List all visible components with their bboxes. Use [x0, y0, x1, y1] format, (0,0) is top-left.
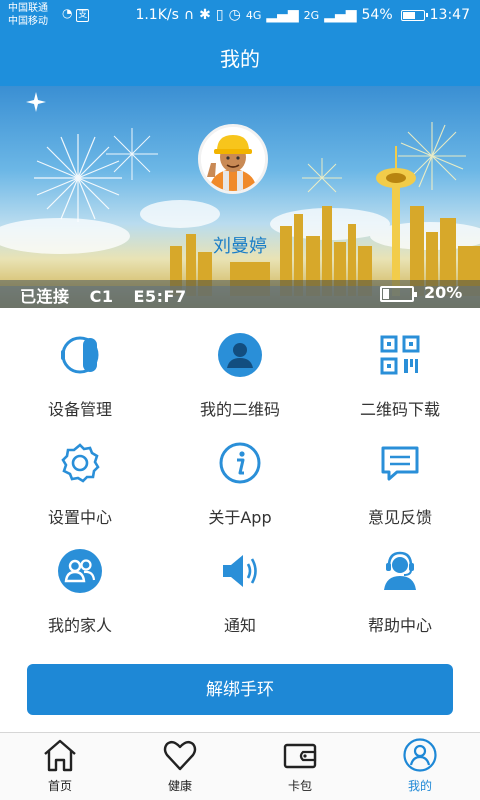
menu-item-label: 我的家人 [47, 616, 112, 635]
alipay-notification-icon: 支 [76, 9, 90, 22]
clock: 13:47 [429, 7, 470, 23]
qrcode-icon [380, 335, 420, 375]
menu-item-family[interactable]: 我的家人 [0, 538, 160, 646]
unbind-band-button[interactable]: 解绑手环 [27, 664, 453, 715]
device-model: C1 [89, 287, 114, 306]
tab-label: 卡包 [287, 779, 312, 793]
signal-icon-1: ▂▄▆ [266, 7, 299, 23]
person-icon [218, 333, 262, 377]
page-title: 我的 [0, 32, 480, 86]
band-battery-icon [380, 286, 417, 302]
tab-health[interactable]: 健康 [120, 733, 240, 800]
message-icon [381, 446, 419, 481]
user-name: 刘曼婷 [213, 236, 267, 257]
firework-left [34, 128, 158, 222]
tab-mine[interactable]: 我的 [360, 733, 480, 800]
network-4g: 4G [245, 8, 262, 22]
bottom-tab-bar: 首页 健康 卡包 我的 [0, 732, 480, 800]
menu-item-label: 二维码下载 [359, 400, 440, 419]
home-icon [44, 739, 76, 772]
menu-item-settings[interactable]: 设置中心 [0, 430, 160, 538]
gear-icon [61, 443, 100, 483]
menu-item-label: 意见反馈 [367, 508, 432, 527]
profile-banner: 刘曼婷 已连接 C1 E5:F7 20% [0, 86, 480, 308]
alarm-icon: ◷ [228, 7, 241, 23]
heart-icon [163, 740, 197, 771]
menu-item-notification[interactable]: 通知 [160, 538, 320, 646]
battery-percent: 54% [361, 7, 393, 23]
menu-item-qrcode-download[interactable]: 二维码下载 [320, 322, 480, 430]
network-speed: 1.1K/s [135, 7, 179, 23]
menu-item-label: 关于App [208, 508, 272, 527]
carrier-1: 中国联通 [8, 3, 48, 14]
tab-label: 健康 [167, 779, 192, 793]
support-icon [384, 551, 416, 590]
band-battery-percent: 20% [424, 283, 463, 302]
headset-icon: ∩ [183, 7, 195, 23]
worker-avatar-icon [201, 127, 265, 191]
menu-item-device-management[interactable]: 设备管理 [0, 322, 160, 430]
menu-item-feedback[interactable]: 意见反馈 [320, 430, 480, 538]
battery-icon [400, 9, 428, 21]
watch-icon [61, 336, 99, 374]
speaker-icon [223, 555, 257, 587]
menu-item-label: 通知 [223, 616, 256, 635]
city-skyline-illustration [0, 92, 480, 308]
menu-item-label: 我的二维码 [199, 400, 280, 419]
notification-icons: ◔ 支 [62, 6, 90, 22]
family-icon [58, 549, 102, 593]
carrier-2: 中国移动 [8, 16, 48, 27]
wallet-icon [283, 743, 317, 769]
tab-home[interactable]: 首页 [0, 733, 120, 800]
signal-icon-2: ▂▄▆ [324, 7, 357, 23]
menu-item-help-center[interactable]: 帮助中心 [320, 538, 480, 646]
carrier-labels: 中国联通 中国移动 [8, 2, 48, 28]
profile-icon [403, 738, 437, 772]
vibrate-icon: ▯ [215, 7, 224, 23]
user-avatar[interactable] [198, 124, 268, 194]
bluetooth-icon: ✱ [199, 7, 211, 23]
band-battery-fill [383, 289, 389, 299]
app-notification-icon: ◔ [62, 6, 73, 20]
menu-item-label: 设置中心 [47, 508, 112, 527]
tab-label: 我的 [407, 779, 432, 793]
status-indicators: 1.1K/s ∩ ✱ ▯ ◷ 4G ▂▄▆ 2G ▂▄▆ 54% 13:47 [135, 7, 470, 23]
tab-label: 首页 [47, 779, 72, 793]
network-2g: 2G [303, 8, 320, 22]
tab-wallet[interactable]: 卡包 [240, 733, 360, 800]
status-bar: 中国联通 中国移动 ◔ 支 1.1K/s ∩ ✱ ▯ ◷ 4G ▂▄▆ 2G ▂… [0, 0, 480, 32]
sparkle [26, 92, 46, 112]
menu-item-my-qrcode[interactable]: 我的二维码 [160, 322, 320, 430]
info-icon [219, 442, 261, 484]
menu-item-about-app[interactable]: 关于App [160, 430, 320, 538]
menu-item-label: 帮助中心 [367, 616, 432, 635]
connection-status: 已连接 [20, 287, 70, 306]
device-id: E5:F7 [133, 287, 187, 306]
menu-item-label: 设备管理 [47, 400, 112, 419]
device-status: 已连接 C1 E5:F7 [20, 283, 201, 307]
